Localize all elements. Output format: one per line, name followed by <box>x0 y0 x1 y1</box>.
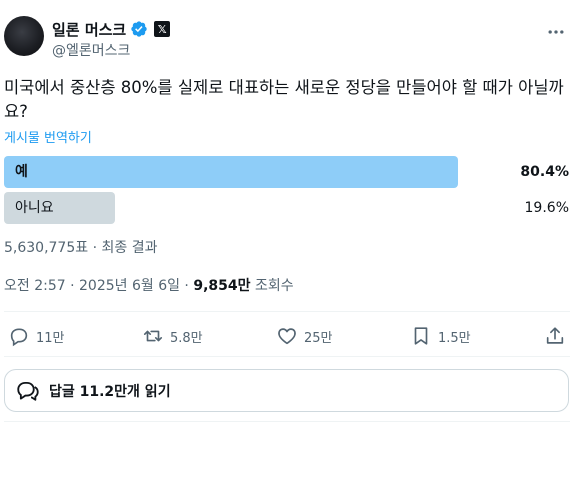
read-replies-button[interactable]: 답글 11.2만개 읽기 <box>4 369 569 412</box>
poll-bar-yes <box>4 156 458 188</box>
poll-option-label: 예 <box>15 164 28 180</box>
reply-icon <box>10 328 28 347</box>
share-button[interactable] <box>544 320 566 352</box>
heart-icon <box>278 328 296 345</box>
poll-option-yes: 예 80.4% <box>4 156 570 188</box>
poll: 예 80.4% 아니요 19.6% <box>4 156 570 228</box>
more-options-button[interactable] <box>544 20 568 44</box>
avatar[interactable] <box>4 16 44 56</box>
tweet-header: 일론 머스크 𝕏 @엘론머스크 <box>4 16 576 60</box>
author-display-name[interactable]: 일론 머스크 <box>52 19 126 40</box>
translate-post-link[interactable]: 게시물 번역하기 <box>4 127 92 146</box>
bookmark-icon <box>414 327 428 345</box>
tweet-text: 미국에서 중산층 80%를 실제로 대표하는 새로운 정당을 만들어야 할 때가… <box>4 78 564 121</box>
author-name-row: 일론 머스크 𝕏 <box>52 19 171 40</box>
repost-icon <box>143 330 163 342</box>
repost-count: 5.8만 <box>170 330 203 346</box>
reply-button[interactable]: 11만 <box>8 320 65 352</box>
views-label: 조회수 <box>250 278 294 294</box>
poll-option-no: 아니요 19.6% <box>4 192 570 224</box>
like-button[interactable]: 25만 <box>276 320 333 352</box>
bookmark-button[interactable]: 1.5만 <box>410 320 471 352</box>
speech-bubbles-icon <box>17 381 39 401</box>
divider <box>4 356 570 357</box>
poll-option-percent: 80.4% <box>520 164 569 180</box>
divider <box>4 421 570 422</box>
tweet-timestamp: 오전 2:57 · 2025년 6월 6일 · 9,854만 조회수 <box>4 275 294 295</box>
divider <box>4 311 570 312</box>
time-date[interactable]: 오전 2:57 · 2025년 6월 6일 · <box>4 278 193 294</box>
poll-option-label: 아니요 <box>15 200 54 216</box>
views-count: 9,854만 <box>193 278 251 294</box>
poll-vote-summary: 5,630,775표 · 최종 결과 <box>4 240 158 256</box>
reply-count: 11만 <box>36 330 65 346</box>
action-bar: 11만 5.8만 25만 1.5만 <box>4 320 570 352</box>
bookmark-count: 1.5만 <box>438 330 471 346</box>
repost-button[interactable]: 5.8만 <box>142 320 203 352</box>
share-icon <box>546 327 564 344</box>
x-affiliate-badge-icon: 𝕏 <box>154 21 171 37</box>
like-count: 25만 <box>304 330 333 346</box>
read-replies-label: 답글 11.2만개 읽기 <box>49 383 171 400</box>
verified-badge-icon <box>131 21 147 37</box>
author-handle[interactable]: @엘론머스크 <box>52 40 130 60</box>
more-dots-icon <box>548 30 564 34</box>
poll-option-percent: 19.6% <box>524 200 569 216</box>
